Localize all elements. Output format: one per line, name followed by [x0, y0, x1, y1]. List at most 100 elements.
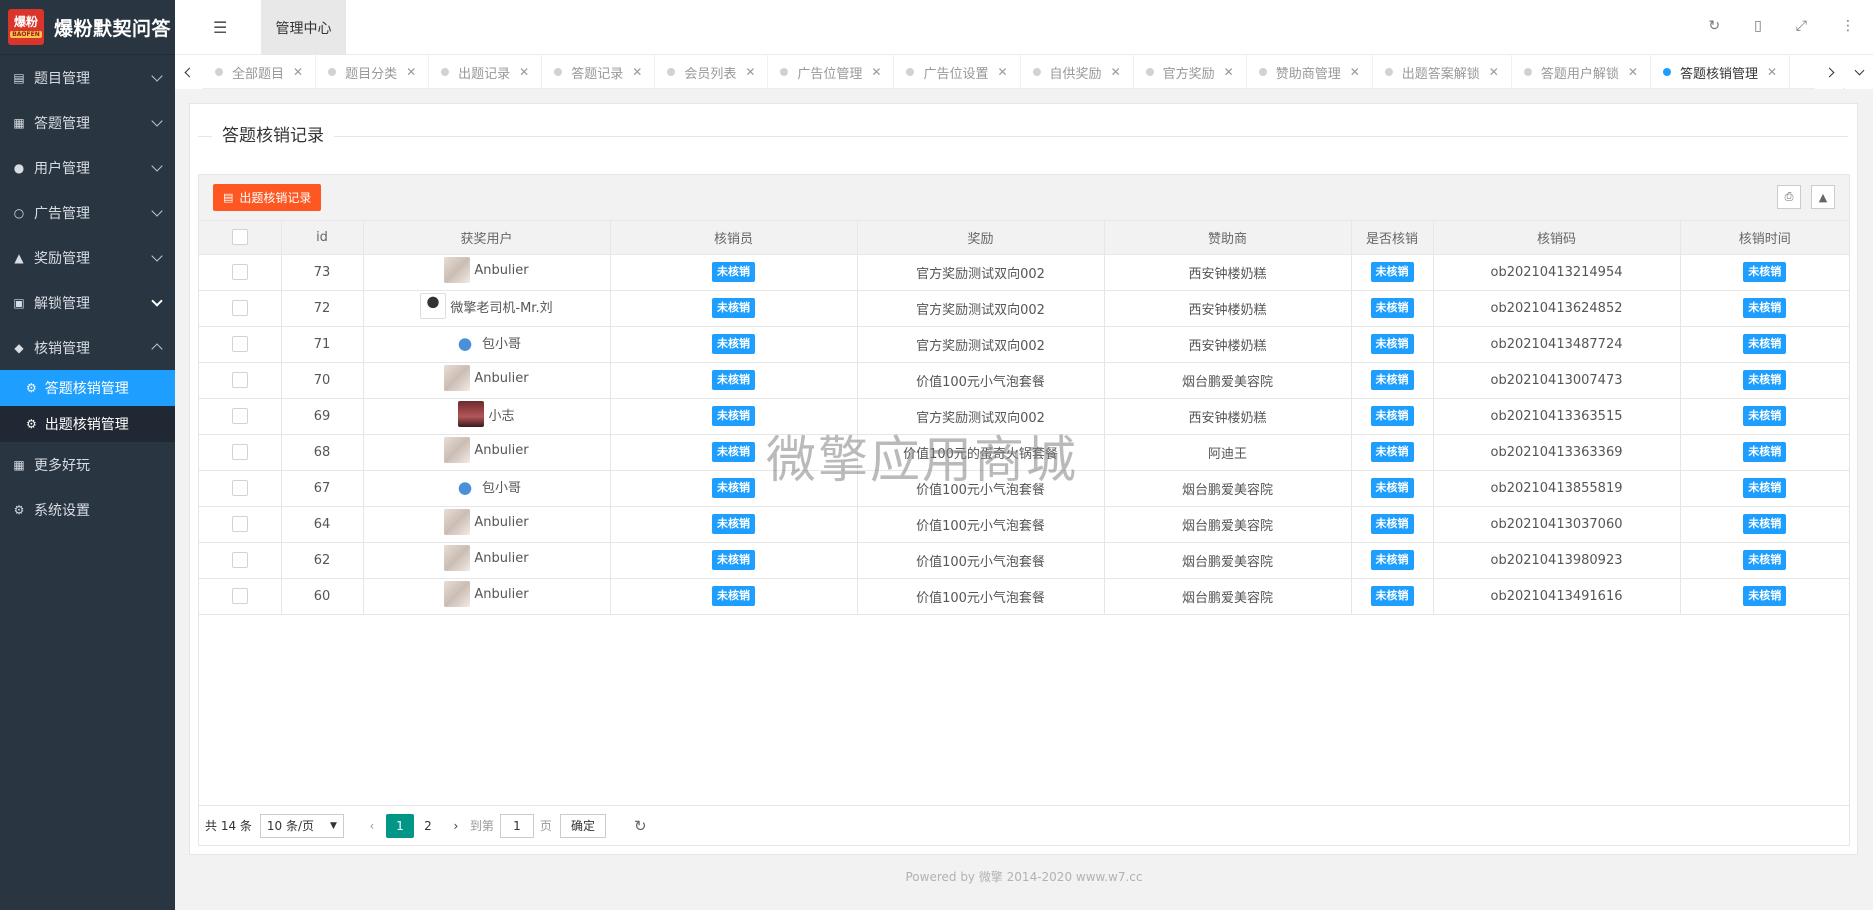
export-icon[interactable]: ▲: [1811, 185, 1835, 209]
fullscreen-icon[interactable]: ⤢: [1796, 18, 1807, 34]
column-header[interactable]: 核销员: [610, 221, 858, 255]
table-row[interactable]: 68 Anbulier 未核销 价值100元的蛋奇火锅套餐 阿迪王 未核销 ob202104…: [199, 434, 1849, 471]
tab-self-rewards[interactable]: 自供奖励 ✕: [1021, 55, 1134, 89]
print-icon[interactable]: ⎙: [1777, 185, 1801, 209]
tab-official-rewards[interactable]: 官方奖励 ✕: [1134, 55, 1247, 89]
tab-ad-settings[interactable]: 广告位设置 ✕: [894, 55, 1021, 89]
tab-question-records[interactable]: 出题记录 ✕: [429, 55, 543, 89]
close-icon[interactable]: ✕: [1111, 65, 1121, 79]
column-header[interactable]: 获奖用户: [363, 221, 611, 255]
next-page-icon[interactable]: ›: [442, 814, 470, 838]
table-row[interactable]: 64 Anbulier 未核销 价值100元小气泡套餐 烟台鹏爱美容院 未核销 ob2021…: [199, 506, 1849, 543]
sidebar-subitem-question-verify[interactable]: ⚙ 出题核销管理: [0, 406, 175, 442]
refresh-icon[interactable]: ↻: [634, 817, 647, 835]
goto-confirm-button[interactable]: 确定: [559, 813, 606, 838]
table-row[interactable]: 60 Anbulier 未核销 价值100元小气泡套餐 烟台鹏爱美容院 未核销 ob2021…: [199, 578, 1849, 615]
column-header[interactable]: id: [281, 221, 364, 255]
close-icon[interactable]: ✕: [1767, 65, 1777, 79]
close-icon[interactable]: ✕: [1628, 65, 1638, 79]
tab-answer-records[interactable]: 答题记录 ✕: [542, 55, 656, 89]
main-panel: 答题核销记录 ▤ 出题核销记录 ⎙ ▲ id 获奖用户 核销员 奖励 赞助商 是…: [189, 103, 1858, 855]
tabs-scroll-right[interactable]: [1815, 55, 1843, 89]
chevron-down-icon: [151, 205, 163, 217]
column-header[interactable]: 奖励: [857, 221, 1105, 255]
table-header-row: id 获奖用户 核销员 奖励 赞助商 是否核销 核销码 核销时间: [199, 221, 1849, 255]
row-checkbox[interactable]: [231, 300, 248, 316]
row-checkbox[interactable]: [231, 372, 248, 388]
select-all-checkbox[interactable]: [231, 229, 248, 246]
goto-page-input[interactable]: 1: [499, 813, 534, 838]
more-vertical-icon[interactable]: ⋮: [1841, 18, 1855, 34]
sidebar-item-settings[interactable]: ⚙ 系统设置: [0, 487, 175, 532]
close-icon[interactable]: ✕: [519, 65, 529, 79]
table-row[interactable]: 70 Anbulier 未核销 价值100元小气泡套餐 烟台鹏爱美容院 未核销 ob2021…: [199, 362, 1849, 399]
row-checkbox[interactable]: [231, 552, 248, 568]
close-icon[interactable]: ✕: [745, 65, 755, 79]
row-checkbox[interactable]: [231, 588, 248, 604]
row-checkbox[interactable]: [231, 444, 248, 460]
table-row[interactable]: 71 包小哥 未核销 官方奖励测试双向002 西安钟楼奶糕 未核销 ob2021041348…: [199, 326, 1849, 363]
column-header[interactable]: 核销码: [1433, 221, 1681, 255]
logo[interactable]: 爆粉 BAOFEN 爆粉默契问答: [0, 0, 175, 55]
close-icon[interactable]: ✕: [997, 65, 1007, 79]
pagination: 共 14 条 10 条/页 ▼ ‹ 1 2 › 到第 1 页 确定 ↻: [199, 805, 1849, 845]
cell-code: ob20210413214954: [1433, 254, 1681, 291]
sidebar-item-ads[interactable]: ○ 广告管理: [0, 190, 175, 235]
sidebar-subitem-answer-verify[interactable]: ⚙ 答题核销管理: [0, 370, 175, 406]
trash-icon[interactable]: ▯: [1754, 18, 1762, 34]
close-icon[interactable]: ✕: [632, 65, 642, 79]
row-checkbox[interactable]: [231, 264, 248, 280]
close-icon[interactable]: ✕: [293, 65, 303, 79]
export-question-verify-button[interactable]: ▤ 出题核销记录: [213, 184, 322, 211]
close-icon[interactable]: ✕: [1489, 65, 1499, 79]
tab-members[interactable]: 会员列表 ✕: [655, 55, 769, 89]
close-icon[interactable]: ✕: [1350, 65, 1360, 79]
tab-answer-verify[interactable]: 答题核销管理 ✕: [1651, 55, 1791, 89]
tab-sponsors[interactable]: 赞助商管理 ✕: [1247, 55, 1373, 89]
avatar: [444, 509, 471, 535]
tabs-scroll-left[interactable]: [175, 55, 203, 89]
table-row[interactable]: 69 小志 未核销 官方奖励测试双向002 西安钟楼奶糕 未核销 ob20210413363…: [199, 398, 1849, 435]
column-header[interactable]: 赞助商: [1104, 221, 1352, 255]
page-size-select[interactable]: 10 条/页 ▼: [259, 813, 344, 838]
sidebar-item-users[interactable]: ● 用户管理: [0, 145, 175, 190]
sidebar-item-answers[interactable]: ▦ 答题管理: [0, 100, 175, 145]
row-checkbox[interactable]: [231, 516, 248, 532]
user-name: 包小哥: [481, 480, 521, 496]
cell-time: 未核销: [1680, 578, 1849, 615]
sidebar-item-verify[interactable]: ◆ 核销管理: [0, 325, 175, 370]
sidebar-item-questions[interactable]: ▤ 题目管理: [0, 55, 175, 100]
close-icon[interactable]: ✕: [406, 65, 416, 79]
close-icon[interactable]: ✕: [1224, 65, 1234, 79]
header-tab-admin[interactable]: 管理中心: [261, 0, 346, 55]
close-icon[interactable]: ✕: [871, 65, 881, 79]
cell-time: 未核销: [1680, 506, 1849, 543]
tab-question-category[interactable]: 题目分类 ✕: [316, 55, 430, 89]
menu-toggle-icon[interactable]: ☰: [213, 18, 227, 37]
dot-icon: [1145, 68, 1154, 76]
table-row[interactable]: 72 微擎老司机-Mr.刘 未核销 官方奖励测试双向002 西安钟楼奶糕 未核销 ob202…: [199, 290, 1849, 327]
tabs-dropdown[interactable]: [1845, 55, 1873, 89]
sidebar-item-more[interactable]: ▦ 更多好玩: [0, 442, 175, 487]
row-checkbox[interactable]: [231, 408, 248, 424]
table-row[interactable]: 73 Anbulier 未核销 官方奖励测试双向002 西安钟楼奶糕 未核销 ob20210…: [199, 254, 1849, 291]
table-row[interactable]: 67 包小哥 未核销 价值100元小气泡套餐 烟台鹏爱美容院 未核销 ob202104138…: [199, 470, 1849, 507]
refresh-icon[interactable]: ↻: [1708, 18, 1720, 34]
column-header[interactable]: 是否核销: [1351, 221, 1434, 255]
cell-verified: 未核销: [1351, 362, 1434, 399]
prev-page-icon[interactable]: ‹: [358, 814, 386, 838]
sidebar-item-unlock[interactable]: ▣ 解锁管理: [0, 280, 175, 325]
cell-reward: 官方奖励测试双向002: [857, 290, 1105, 327]
tab-ad-manage[interactable]: 广告位管理 ✕: [768, 55, 895, 89]
tab-user-unlock[interactable]: 答题用户解锁 ✕: [1512, 55, 1651, 89]
page-button-1[interactable]: 1: [385, 813, 414, 838]
row-checkbox[interactable]: [231, 480, 248, 496]
page-button-2[interactable]: 2: [414, 814, 442, 838]
status-badge: 未核销: [712, 514, 755, 534]
tab-question-unlock[interactable]: 出题答案解锁 ✕: [1373, 55, 1512, 89]
column-header[interactable]: 核销时间: [1680, 221, 1849, 255]
row-checkbox[interactable]: [231, 336, 248, 352]
table-row[interactable]: 62 Anbulier 未核销 价值100元小气泡套餐 烟台鹏爱美容院 未核销 ob2021…: [199, 542, 1849, 579]
tab-all-questions[interactable]: 全部题目 ✕: [203, 55, 317, 89]
sidebar-item-rewards[interactable]: ▲ 奖励管理: [0, 235, 175, 280]
